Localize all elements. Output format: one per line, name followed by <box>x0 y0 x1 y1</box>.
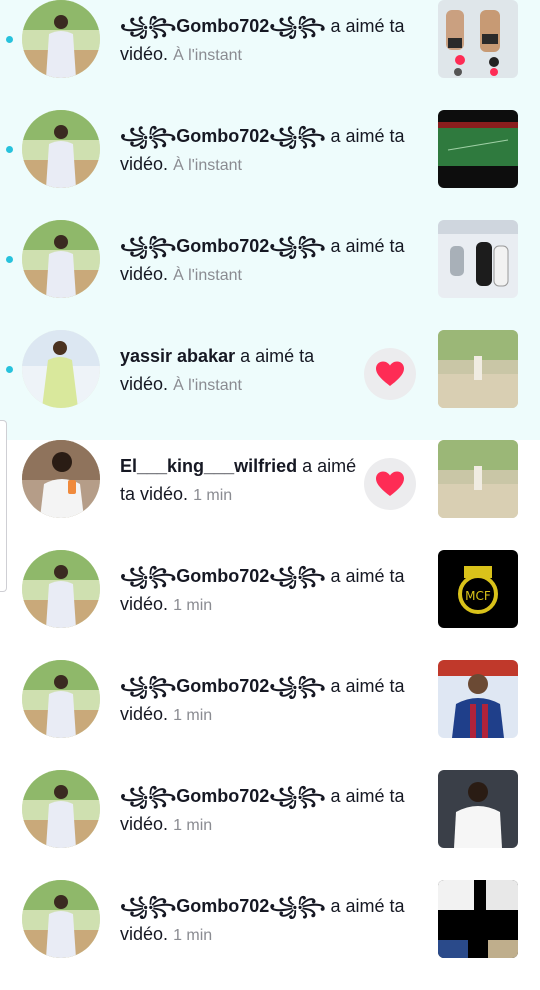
video-thumbnail[interactable] <box>438 220 518 298</box>
timestamp: À l'instant <box>173 157 242 174</box>
username[interactable]: ꧁꧂Gombo702꧁꧂ <box>120 236 326 256</box>
notification-item[interactable]: ꧁꧂Gombo702꧁꧂ a aimé ta vidéo. À l'instan… <box>0 0 540 110</box>
unread-dot <box>6 366 13 373</box>
avatar[interactable] <box>22 880 100 958</box>
video-thumbnail[interactable] <box>438 110 518 188</box>
avatar[interactable] <box>22 220 100 298</box>
scroll-handle[interactable] <box>0 420 7 592</box>
video-thumbnail[interactable] <box>438 0 518 78</box>
notification-text: ꧁꧂Gombo702꧁꧂ a aimé ta vidéo. 1 min <box>120 782 425 840</box>
unread-dot <box>6 36 13 43</box>
username[interactable]: ꧁꧂Gombo702꧁꧂ <box>120 676 326 696</box>
video-thumbnail[interactable] <box>438 440 518 518</box>
notifications-list: ꧁꧂Gombo702꧁꧂ a aimé ta vidéo. À l'instan… <box>0 0 540 990</box>
username[interactable]: ꧁꧂Gombo702꧁꧂ <box>120 786 326 806</box>
timestamp: À l'instant <box>173 267 242 284</box>
avatar[interactable] <box>22 440 100 518</box>
notification-item[interactable]: ꧁꧂Gombo702꧁꧂ a aimé ta vidéo. 1 min MCF <box>0 550 540 660</box>
timestamp: 1 min <box>173 927 213 944</box>
notification-text: ꧁꧂Gombo702꧁꧂ a aimé ta vidéo. À l'instan… <box>120 12 425 70</box>
video-thumbnail[interactable] <box>438 660 518 738</box>
timestamp: 1 min <box>173 597 213 614</box>
avatar[interactable] <box>22 550 100 628</box>
unread-dot <box>6 256 13 263</box>
avatar[interactable] <box>22 660 100 738</box>
notification-text: ꧁꧂Gombo702꧁꧂ a aimé ta vidéo. 1 min <box>120 892 425 950</box>
username[interactable]: El___king___wilfried <box>120 456 297 476</box>
notification-text: yassir abakar a aimé ta vidéo. À l'insta… <box>120 342 360 400</box>
notification-item[interactable]: ꧁꧂Gombo702꧁꧂ a aimé ta vidéo. À l'instan… <box>0 110 540 220</box>
avatar[interactable] <box>22 330 100 408</box>
notification-text: ꧁꧂Gombo702꧁꧂ a aimé ta vidéo. 1 min <box>120 562 425 620</box>
username[interactable]: ꧁꧂Gombo702꧁꧂ <box>120 896 326 916</box>
notification-item[interactable]: El___king___wilfried a aimé ta vidéo. 1 … <box>0 440 540 550</box>
notification-text: El___king___wilfried a aimé ta vidéo. 1 … <box>120 452 360 510</box>
avatar[interactable] <box>22 0 100 78</box>
like-back-button[interactable] <box>364 348 416 400</box>
svg-text:MCF: MCF <box>465 589 491 603</box>
notification-text: ꧁꧂Gombo702꧁꧂ a aimé ta vidéo. 1 min <box>120 672 425 730</box>
heart-icon <box>376 471 404 496</box>
notification-text: ꧁꧂Gombo702꧁꧂ a aimé ta vidéo. À l'instan… <box>120 122 425 180</box>
timestamp: 1 min <box>193 487 233 504</box>
notification-item[interactable]: ꧁꧂Gombo702꧁꧂ a aimé ta vidéo. 1 min <box>0 660 540 770</box>
video-thumbnail[interactable]: MCF <box>438 550 518 628</box>
video-thumbnail[interactable] <box>438 880 518 958</box>
like-back-button[interactable] <box>364 458 416 510</box>
heart-icon <box>376 361 404 386</box>
notification-text: ꧁꧂Gombo702꧁꧂ a aimé ta vidéo. À l'instan… <box>120 232 425 290</box>
notification-item[interactable]: yassir abakar a aimé ta vidéo. À l'insta… <box>0 330 540 440</box>
username[interactable]: yassir abakar <box>120 346 235 366</box>
timestamp: À l'instant <box>173 47 242 64</box>
video-thumbnail[interactable] <box>438 770 518 848</box>
timestamp: À l'instant <box>173 377 242 394</box>
notification-item[interactable]: ꧁꧂Gombo702꧁꧂ a aimé ta vidéo. À l'instan… <box>0 220 540 330</box>
unread-dot <box>6 146 13 153</box>
avatar[interactable] <box>22 770 100 848</box>
timestamp: 1 min <box>173 817 213 834</box>
video-thumbnail[interactable] <box>438 330 518 408</box>
username[interactable]: ꧁꧂Gombo702꧁꧂ <box>120 16 326 36</box>
notification-item[interactable]: ꧁꧂Gombo702꧁꧂ a aimé ta vidéo. 1 min <box>0 770 540 880</box>
notification-item[interactable]: ꧁꧂Gombo702꧁꧂ a aimé ta vidéo. 1 min <box>0 880 540 990</box>
avatar[interactable] <box>22 110 100 188</box>
timestamp: 1 min <box>173 707 213 724</box>
username[interactable]: ꧁꧂Gombo702꧁꧂ <box>120 566 326 586</box>
username[interactable]: ꧁꧂Gombo702꧁꧂ <box>120 126 326 146</box>
